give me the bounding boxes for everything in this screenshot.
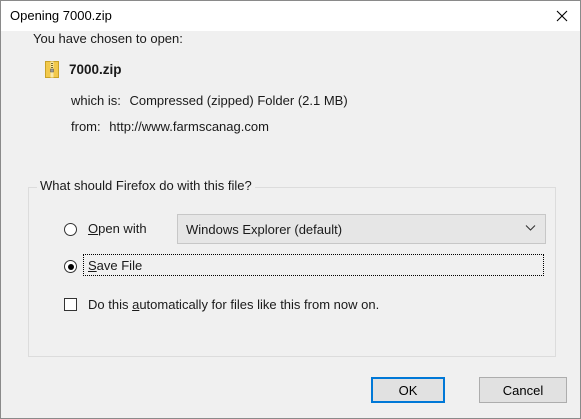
intro-text: You have chosen to open: xyxy=(33,31,183,46)
chevron-down-icon xyxy=(525,225,536,231)
auto-open-label[interactable]: Do this automatically for files like thi… xyxy=(88,297,379,312)
action-question: What should Firefox do with this file? xyxy=(37,178,255,193)
which-is-label: which is: xyxy=(71,93,121,108)
open-with-select-value: Windows Explorer (default) xyxy=(186,222,343,237)
file-info-row: 7000.zip xyxy=(45,61,122,78)
file-name: 7000.zip xyxy=(69,62,122,77)
title-bar: Opening 7000.zip xyxy=(1,1,580,31)
file-type-value: Compressed (zipped) Folder (2.1 MB) xyxy=(129,93,348,108)
file-source-row: from: http://www.farmscanag.com xyxy=(71,119,269,134)
save-file-label-rest: ave File xyxy=(96,258,143,273)
from-label: from: xyxy=(71,119,101,134)
cancel-button[interactable]: Cancel xyxy=(479,377,567,403)
open-with-label-rest: pen with xyxy=(98,221,147,236)
dialog-title: Opening 7000.zip xyxy=(10,8,112,23)
auto-open-label-post: utomatically for files like this from no… xyxy=(139,297,380,312)
close-button[interactable] xyxy=(544,1,580,31)
file-source-value: http://www.farmscanag.com xyxy=(109,119,269,134)
save-file-mnemonic: S xyxy=(88,258,97,273)
auto-open-label-pre: Do this xyxy=(88,297,133,312)
zip-folder-icon xyxy=(45,61,59,78)
auto-open-checkbox[interactable] xyxy=(64,298,77,311)
open-with-label[interactable]: Open with xyxy=(88,221,147,236)
ok-button[interactable]: OK xyxy=(371,377,445,403)
save-file-radio[interactable] xyxy=(64,260,77,273)
file-type-row: which is: Compressed (zipped) Folder (2.… xyxy=(71,93,348,108)
download-dialog: Opening 7000.zip You have chosen to open… xyxy=(0,0,581,419)
save-file-label[interactable]: Save File xyxy=(88,258,142,273)
close-icon xyxy=(556,10,568,22)
open-with-mnemonic: O xyxy=(88,221,99,236)
open-with-radio[interactable] xyxy=(64,223,77,236)
save-file-focus-rect xyxy=(83,254,544,276)
open-with-select[interactable]: Windows Explorer (default) xyxy=(177,214,546,244)
